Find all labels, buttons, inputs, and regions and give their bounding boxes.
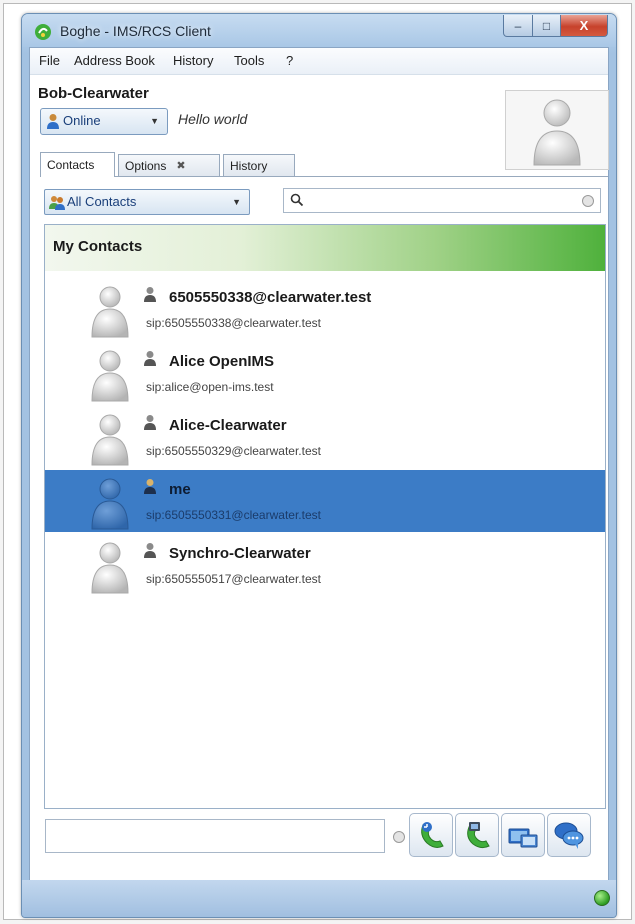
chevron-down-icon: ▼: [150, 116, 159, 126]
user-display-name: Bob-Clearwater: [38, 85, 149, 102]
chat-icon: [554, 822, 584, 849]
filter-selected-label: All Contacts: [67, 194, 137, 209]
clear-dial-icon[interactable]: [393, 831, 405, 843]
contact-group-title: My Contacts: [53, 238, 143, 255]
video-call-icon: [467, 822, 490, 849]
contact-sip-uri: sip:6505550517@clearwater.test: [146, 572, 321, 586]
app-window: Boghe - IMS/RCS Client – □ X File Addres…: [21, 13, 617, 918]
maximize-button[interactable]: □: [533, 15, 561, 37]
tab-options[interactable]: Options ✖: [118, 154, 220, 176]
client-area: File Address Book History Tools ? Bob-Cl…: [29, 47, 609, 881]
presence-status-dropdown[interactable]: Online ▼: [40, 108, 168, 135]
menu-tools[interactable]: Tools: [234, 53, 264, 68]
contact-name: Synchro-Clearwater: [169, 545, 311, 562]
tab-options-label: Options: [125, 158, 167, 173]
menu-help[interactable]: ?: [286, 53, 293, 68]
contact-name: Alice OpenIMS: [169, 353, 275, 370]
contact-sip-uri: sip:alice@open-ims.test: [146, 380, 274, 394]
title-bar[interactable]: Boghe - IMS/RCS Client – □ X: [22, 14, 616, 47]
window-controls: – □ X: [503, 15, 608, 37]
person-icon: [47, 114, 59, 129]
contact-list[interactable]: My Contacts 6505550338@clearwater.test s…: [44, 224, 606, 809]
close-tab-icon[interactable]: ✖: [176, 159, 185, 172]
contact-group-header[interactable]: My Contacts: [45, 225, 605, 271]
contact-item[interactable]: Alice-Clearwater sip:6505550329@clearwat…: [45, 406, 605, 468]
contact-name: 6505550338@clearwater.test: [169, 289, 372, 306]
window-title: Boghe - IMS/RCS Client: [60, 23, 211, 39]
contact-item[interactable]: 6505550338@clearwater.test sip:650555033…: [45, 278, 605, 340]
tab-divider: [40, 176, 608, 177]
contact-avatar-icon: [91, 350, 129, 402]
contact-sip-uri: sip:6505550329@clearwater.test: [146, 444, 321, 458]
mood-message[interactable]: Hello world: [178, 111, 247, 127]
menu-bar: File Address Book History Tools ?: [30, 48, 608, 75]
tab-history[interactable]: History: [223, 154, 295, 176]
menu-file[interactable]: File: [39, 53, 60, 68]
share-screen-icon: [508, 828, 538, 848]
presence-person-icon: [144, 287, 156, 302]
clear-search-icon[interactable]: [582, 195, 594, 207]
contact-search-input[interactable]: [283, 188, 601, 213]
video-call-button[interactable]: [455, 813, 499, 857]
voice-call-button[interactable]: [409, 813, 453, 857]
contact-item-selected[interactable]: me sip:6505550331@clearwater.test: [45, 470, 605, 532]
contact-avatar-icon: [91, 414, 129, 466]
contact-sip-uri: sip:6505550338@clearwater.test: [146, 316, 321, 330]
menu-history[interactable]: History: [173, 53, 213, 68]
app-logo-icon: [35, 24, 51, 40]
contact-avatar-icon: [91, 542, 129, 594]
share-content-button[interactable]: [501, 813, 545, 857]
connection-status-icon: [594, 890, 610, 906]
tab-history-label: History: [230, 158, 268, 173]
contact-sip-uri: sip:6505550331@clearwater.test: [146, 508, 321, 522]
tab-contacts[interactable]: Contacts: [40, 152, 115, 177]
presence-person-icon: [144, 479, 156, 494]
chat-button[interactable]: [547, 813, 591, 857]
dial-input[interactable]: [45, 819, 385, 853]
main-tabs: Contacts Options ✖ History: [40, 152, 608, 177]
contact-avatar-icon: [91, 286, 129, 338]
presence-person-icon: [144, 351, 156, 366]
menu-address-book[interactable]: Address Book: [74, 53, 155, 68]
contacts-group-icon: [49, 196, 65, 210]
contact-name: me: [169, 481, 191, 498]
presence-status-label: Online: [63, 113, 101, 128]
contact-name: Alice-Clearwater: [169, 417, 287, 434]
contact-item[interactable]: Synchro-Clearwater sip:6505550517@clearw…: [45, 534, 605, 596]
contact-avatar-icon: [91, 478, 129, 530]
voice-call-icon: [421, 822, 444, 848]
minimize-button[interactable]: –: [503, 15, 533, 37]
contacts-filter-dropdown[interactable]: All Contacts ▼: [44, 189, 250, 215]
presence-person-icon: [144, 543, 156, 558]
chevron-down-icon: ▼: [232, 197, 241, 207]
status-bar: [22, 880, 616, 917]
tab-contacts-label: Contacts: [47, 158, 95, 172]
presence-person-icon: [144, 415, 156, 430]
contact-item[interactable]: Alice OpenIMS sip:alice@open-ims.test: [45, 342, 605, 404]
close-button[interactable]: X: [561, 15, 608, 37]
search-icon: [290, 193, 304, 207]
